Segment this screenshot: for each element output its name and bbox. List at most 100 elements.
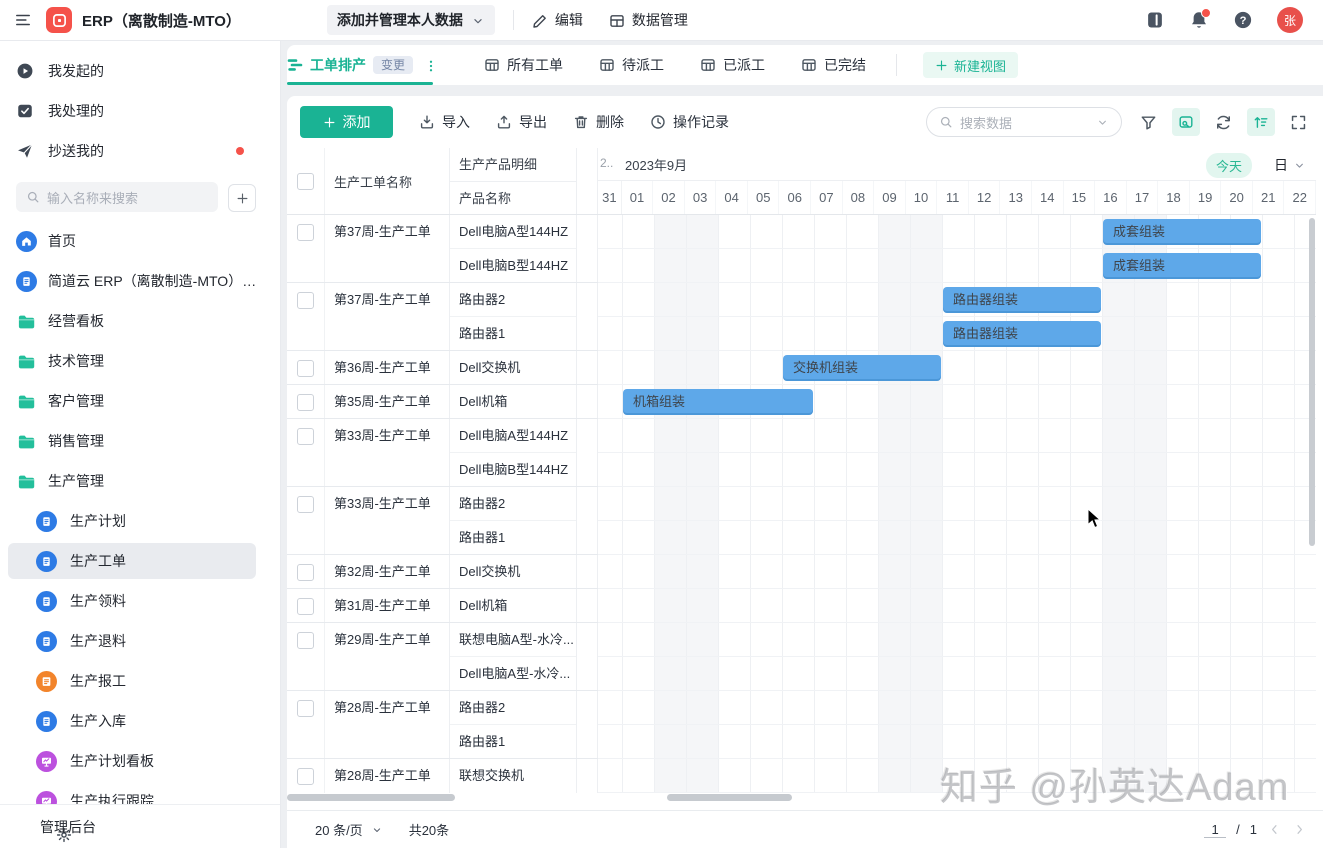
frozen-columns: 第37周-生产工单Dell电脑A型144HZDell电脑B型144HZ第37周-…	[287, 215, 598, 793]
gantt-bar[interactable]: 成套组装	[1103, 253, 1261, 279]
column-header-order: 生产工单名称	[325, 148, 450, 214]
row-checkbox[interactable]	[297, 292, 314, 309]
row-line	[598, 792, 1316, 793]
tab-menu-button[interactable]	[424, 57, 438, 73]
sidebar-quick-0[interactable]: 我发起的	[0, 56, 280, 86]
sidebar-add-button[interactable]	[228, 184, 256, 212]
hscrollbar-timeline[interactable]	[667, 794, 792, 801]
toolbar-action-2[interactable]: 删除	[573, 112, 624, 132]
row-checkbox[interactable]	[297, 632, 314, 649]
sidebar-sub-7[interactable]: 生产执行跟踪	[0, 786, 280, 805]
grid-line	[718, 215, 719, 793]
sidebar-item-admin[interactable]: 管理后台	[0, 804, 280, 848]
notifications-button[interactable]	[1189, 10, 1209, 30]
sidebar-sub-0[interactable]: 生产计划	[0, 506, 280, 536]
row-checkbox-cell	[287, 759, 325, 793]
group-divider	[287, 588, 598, 589]
row-checkbox[interactable]	[297, 598, 314, 615]
add-button[interactable]: 添加	[300, 106, 393, 138]
prev-page-button[interactable]	[1267, 822, 1282, 837]
toolbar-action-3[interactable]: 操作记录	[650, 112, 729, 132]
page-size-label: 20 条/页	[315, 820, 363, 839]
next-page-button[interactable]	[1292, 822, 1307, 837]
order-name: 第37周-生产工单	[325, 215, 450, 283]
page-input[interactable]: 1	[1204, 822, 1226, 838]
grid-line	[1262, 215, 1263, 793]
sidebar-sub-4[interactable]: 生产报工	[0, 666, 280, 696]
sidebar-sub-2[interactable]: 生产领料	[0, 586, 280, 616]
funnel-icon	[1140, 114, 1157, 131]
order-group-2: 第36周-生产工单Dell交换机	[287, 351, 598, 385]
filter-button[interactable]	[1140, 114, 1157, 131]
sidebar-sub-6[interactable]: 生产计划看板	[0, 746, 280, 776]
sidebar-nav-3[interactable]: 技术管理	[0, 346, 280, 376]
card-view-button[interactable]	[1172, 108, 1200, 136]
import-icon	[419, 114, 435, 130]
sidebar-toggle-button[interactable]	[14, 11, 32, 29]
hscrollbar-left[interactable]	[287, 794, 455, 801]
sidebar-search-input[interactable]: 输入名称来搜索	[16, 182, 218, 212]
sidebar-nav-0[interactable]: 首页	[0, 226, 280, 256]
page-size-select[interactable]: 20 条/页	[315, 820, 383, 839]
tab-3[interactable]: 已完结	[801, 55, 866, 75]
hierarchy-sort-button[interactable]	[1247, 108, 1275, 136]
search-input[interactable]: 搜索数据	[926, 107, 1122, 137]
edit-button[interactable]: 编辑	[532, 10, 583, 30]
toolbar-action-1[interactable]: 导出	[496, 112, 547, 132]
row-checkbox[interactable]	[297, 360, 314, 377]
sidebar-sub-5[interactable]: 生产入库	[0, 706, 280, 736]
row-line	[598, 486, 1316, 487]
new-view-button[interactable]: 新建视图	[923, 52, 1018, 78]
toolbar-action-0[interactable]: 导入	[419, 112, 470, 132]
weekend-column	[654, 215, 686, 793]
row-checkbox[interactable]	[297, 428, 314, 445]
refresh-button[interactable]	[1215, 114, 1232, 131]
doc-icon	[36, 591, 57, 612]
avatar[interactable]: 张	[1277, 7, 1303, 33]
tab-1[interactable]: 待派工	[599, 55, 664, 75]
row-checkbox[interactable]	[297, 564, 314, 581]
logo-glyph-icon	[52, 13, 67, 28]
order-name: 第33周-生产工单	[325, 419, 450, 487]
data-manage-button[interactable]: 数据管理	[609, 10, 688, 30]
gantt-bar[interactable]: 路由器组装	[943, 321, 1101, 347]
sidebar-nav-4[interactable]: 客户管理	[0, 386, 280, 416]
chevdown-icon	[1096, 116, 1109, 129]
scope-selector[interactable]: 添加并管理本人数据	[327, 5, 495, 35]
sidebar-sub-3[interactable]: 生产退料	[0, 626, 280, 656]
scale-select[interactable]: 日	[1274, 155, 1306, 175]
sidebar-quick-2[interactable]: 抄送我的	[0, 136, 280, 166]
row-checkbox[interactable]	[297, 700, 314, 717]
today-button[interactable]: 今天	[1206, 153, 1252, 178]
sidebar-sub-1-selected[interactable]: 生产工单	[0, 546, 280, 576]
help-button[interactable]: ?	[1233, 10, 1253, 30]
tab-active[interactable]: 工单排产变更	[287, 45, 448, 85]
row-checkbox[interactable]	[297, 768, 314, 785]
sidebar-nav-2[interactable]: 经营看板	[0, 306, 280, 336]
select-all-checkbox[interactable]	[297, 173, 314, 190]
spacer-cell	[577, 691, 598, 759]
sidebar-nav-5[interactable]: 销售管理	[0, 426, 280, 456]
row-checkbox[interactable]	[297, 394, 314, 411]
day-header: 14	[1032, 181, 1064, 215]
app-logo-icon[interactable]	[46, 7, 72, 33]
gantt-bar[interactable]: 机箱组装	[623, 389, 813, 415]
sub-item-label: 生产执行跟踪	[70, 791, 154, 805]
tab-2[interactable]: 已派工	[700, 55, 765, 75]
sidebar-nav-1[interactable]: 简道云 ERP（离散制造-MTO）…	[0, 266, 280, 296]
tab-0[interactable]: 所有工单	[484, 55, 563, 75]
svg-text:?: ?	[1240, 15, 1247, 27]
gantt-bar[interactable]: 交换机组装	[783, 355, 941, 381]
grid-line	[750, 215, 751, 793]
row-checkbox[interactable]	[297, 224, 314, 241]
vscrollbar[interactable]	[1309, 218, 1315, 546]
gantt-bar[interactable]: 路由器组装	[943, 287, 1101, 313]
sidebar-quick-1[interactable]: 我处理的	[0, 96, 280, 126]
sidebar-nav-6[interactable]: 生产管理	[0, 466, 280, 496]
journal-button[interactable]	[1145, 10, 1165, 30]
grid-line	[1294, 215, 1295, 793]
gantt-bar[interactable]: 成套组装	[1103, 219, 1261, 245]
fullscreen-button[interactable]	[1290, 114, 1307, 131]
scope-selector-label: 添加并管理本人数据	[337, 10, 463, 30]
row-checkbox[interactable]	[297, 496, 314, 513]
